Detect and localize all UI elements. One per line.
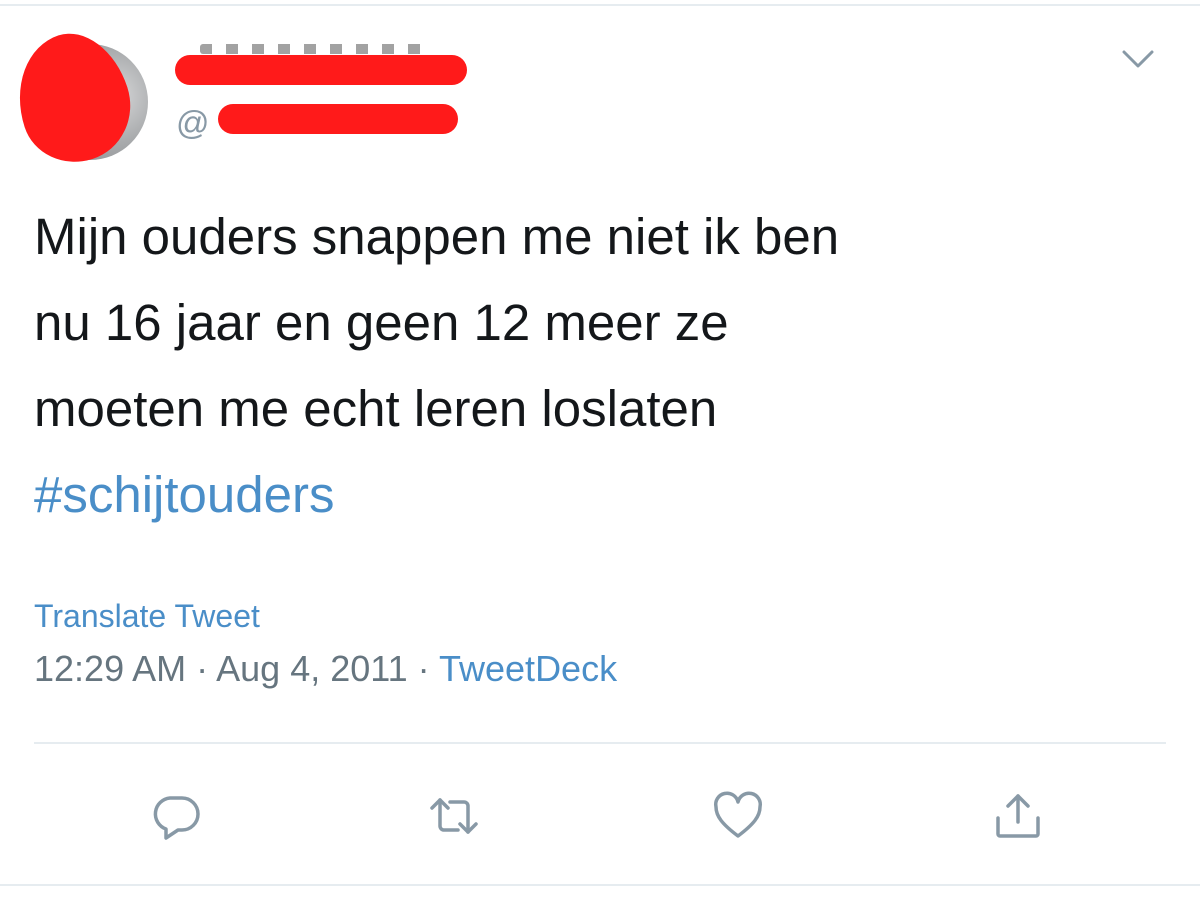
tweet-metadata: 12:29 AM · Aug 4, 2011 · TweetDeck	[34, 648, 617, 690]
tweet-time[interactable]: 12:29 AM	[34, 648, 186, 689]
chevron-down-icon	[1122, 50, 1154, 68]
handle-prefix: @	[176, 104, 210, 141]
handle-redaction[interactable]	[218, 104, 458, 134]
tweet-card: @ Mijn ouders snappen me niet ik ben nu …	[0, 0, 1200, 913]
bottom-border	[0, 884, 1200, 886]
tweet-text: Mijn ouders snappen me niet ik ben nu 16…	[34, 194, 1154, 538]
translate-tweet-link[interactable]: Translate Tweet	[34, 598, 260, 635]
display-name-hidden	[200, 44, 430, 54]
tweet-text-line: nu 16 jaar en geen 12 meer ze	[34, 294, 729, 351]
tweet-date[interactable]: Aug 4, 2011	[216, 648, 408, 689]
more-options-button[interactable]	[1118, 44, 1158, 74]
reply-button[interactable]	[146, 786, 206, 846]
reply-icon	[153, 796, 200, 840]
display-name-redaction[interactable]	[175, 55, 467, 85]
meta-separator: ·	[196, 648, 209, 689]
top-border	[0, 4, 1200, 6]
tweet-source-link[interactable]: TweetDeck	[439, 648, 617, 689]
retweet-icon	[430, 798, 478, 834]
retweet-button[interactable]	[424, 786, 484, 846]
tweet-text-line: moeten me echt leren loslaten	[34, 380, 718, 437]
meta-separator: ·	[417, 648, 430, 689]
tweet-text-line: Mijn ouders snappen me niet ik ben	[34, 208, 840, 265]
share-icon	[996, 794, 1040, 838]
divider	[34, 742, 1166, 744]
share-button[interactable]	[988, 786, 1048, 846]
hashtag-link[interactable]: #schijtouders	[34, 452, 1154, 538]
heart-icon	[713, 791, 763, 838]
avatar-redaction	[0, 20, 146, 176]
like-button[interactable]	[708, 786, 768, 846]
